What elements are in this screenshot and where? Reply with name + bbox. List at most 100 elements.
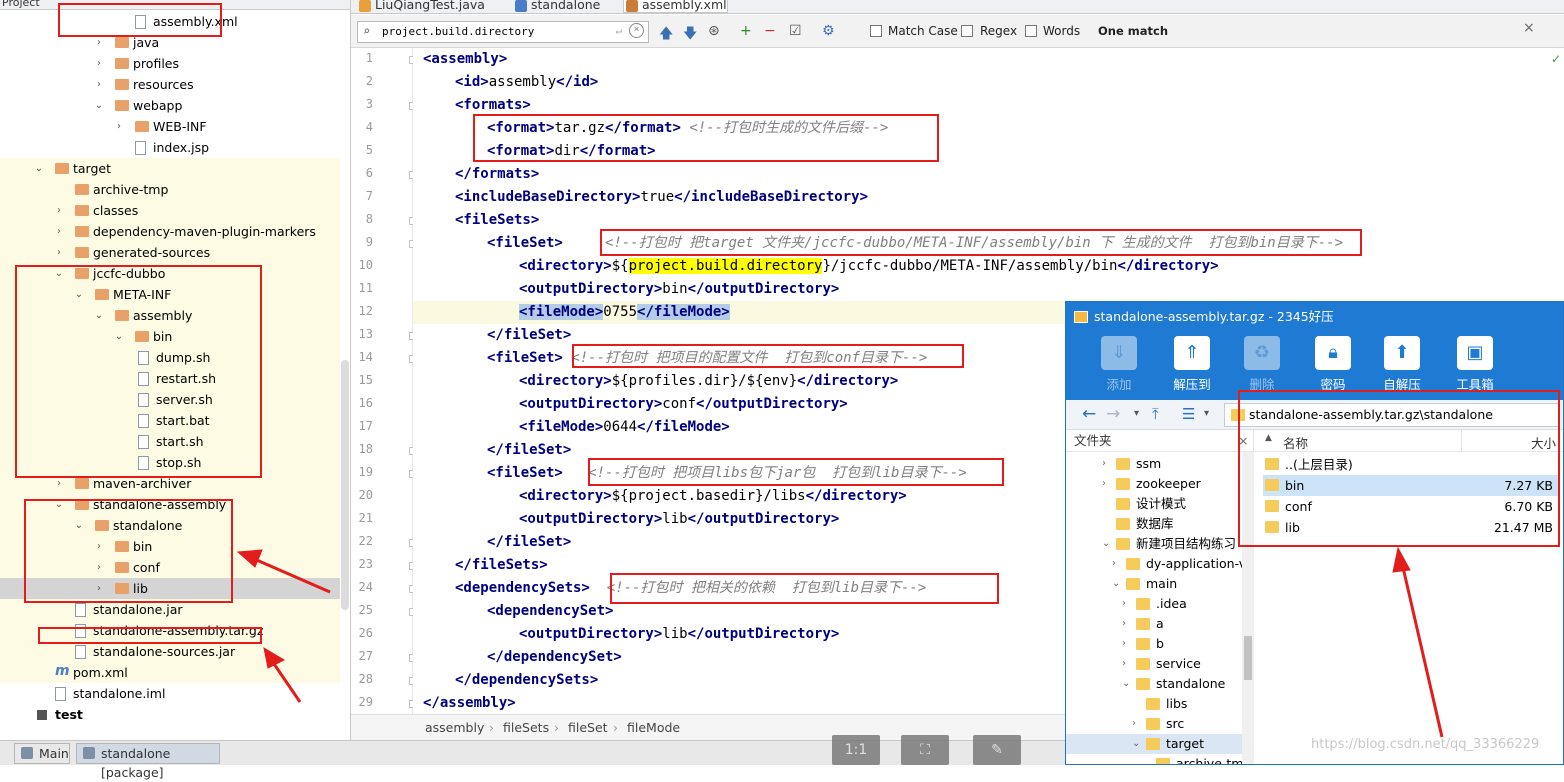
folder-tree-row[interactable]: › b — [1066, 634, 1242, 654]
chevron-down-icon[interactable]: ▾ — [1134, 408, 1139, 419]
next-occurrence-icon[interactable]: 🡇 — [683, 23, 697, 47]
select-all-icon[interactable]: ☑ — [789, 23, 802, 39]
expand-arrow-icon[interactable]: ⌄ — [113, 326, 125, 347]
expand-arrow-icon[interactable]: ⌄ — [73, 515, 85, 536]
file-row[interactable]: bin 7.27 KB — [1263, 475, 1559, 496]
find-all-icon[interactable]: ⊛ — [708, 23, 720, 39]
tree-row[interactable]: › java — [0, 32, 340, 53]
file-row[interactable]: lib 21.47 MB — [1263, 517, 1559, 538]
code-line[interactable]: <includeBaseDirectory>true</includeBaseD… — [413, 186, 868, 209]
folder-tree-row[interactable]: ⌄ target — [1066, 734, 1242, 754]
code-line[interactable]: <format>tar.gz</format> <!--打包时生成的文件后缀--… — [413, 117, 888, 140]
tree-row[interactable]: › classes — [0, 200, 340, 221]
expand-arrow-icon[interactable]: › — [53, 242, 65, 263]
tree-row[interactable]: standalone.iml — [0, 683, 340, 704]
expand-arrow-icon[interactable]: › — [93, 557, 105, 578]
tree-row[interactable]: › maven-archiver — [0, 473, 340, 494]
tree-row[interactable]: ⌄ jccfc-dubbo — [0, 263, 340, 284]
tab-liuqiangtest[interactable]: LiuQiangTest.java — [357, 0, 485, 13]
code-line[interactable]: </assembly> — [413, 692, 516, 714]
back-icon[interactable]: ← — [1082, 404, 1096, 424]
tree-row[interactable]: stop.sh — [0, 452, 340, 473]
expand-arrow-icon[interactable]: ⌄ — [53, 494, 65, 515]
tree-row[interactable]: ⌄ bin — [0, 326, 340, 347]
tree-row[interactable]: ⌄ target — [0, 158, 340, 179]
tree-row[interactable]: ⌄ standalone — [0, 515, 340, 536]
folder-tree-row[interactable]: libs — [1066, 694, 1242, 714]
folder-tree-row[interactable]: › src — [1066, 714, 1242, 734]
code-line[interactable]: </fileSet> — [413, 531, 571, 554]
tree-row[interactable]: ⌄ assembly — [0, 305, 340, 326]
expand-arrow-icon[interactable]: › — [93, 53, 105, 74]
folder-tree-row[interactable]: › ssm — [1066, 454, 1242, 474]
tree-row[interactable]: › dependency-maven-plugin-markers — [0, 221, 340, 242]
folder-tree-row[interactable]: ⌄ 新建项目结构练习 — [1066, 534, 1242, 554]
code-line[interactable]: <assembly> — [413, 48, 507, 71]
breadcrumb-item[interactable]: fileSet — [568, 720, 608, 735]
tree-row[interactable]: start.sh — [0, 431, 340, 452]
expand-arrow-icon[interactable]: ⌄ — [53, 263, 65, 284]
code-line[interactable]: <dependencySets> <!--打包时 把相关的依赖 打包到lib目录… — [413, 577, 926, 600]
tree-row[interactable]: › lib — [0, 578, 340, 599]
actual-size-button[interactable]: 1:1 — [832, 735, 880, 765]
expand-arrow-icon[interactable]: ⌄ — [1122, 674, 1132, 694]
code-line[interactable]: <directory>${profiles.dir}/${env}</direc… — [413, 370, 898, 393]
expand-arrow-icon[interactable]: ⌄ — [93, 305, 105, 326]
tab-standalone-package[interactable]: standalone [package] — [76, 743, 220, 780]
tree-row[interactable]: › conf — [0, 557, 340, 578]
column-name[interactable]: 名称 — [1283, 433, 1308, 452]
expand-arrow-icon[interactable]: ⌄ — [1102, 534, 1112, 554]
code-line[interactable]: </formats> — [413, 163, 539, 186]
match-case-checkbox[interactable] — [870, 25, 882, 37]
extract-button[interactable]: ⇑ 解压到 — [1159, 334, 1225, 398]
tree-row[interactable]: server.sh — [0, 389, 340, 410]
chevron-down-icon[interactable]: ▾ — [1204, 408, 1209, 419]
expand-arrow-icon[interactable]: › — [1102, 474, 1112, 494]
column-size[interactable]: 大小 — [1531, 433, 1556, 452]
code-line[interactable]: <dependencySet> — [413, 600, 613, 623]
breadcrumb-item[interactable]: fileMode — [627, 720, 680, 735]
tree-row[interactable]: › profiles — [0, 53, 340, 74]
fit-screen-button[interactable]: ⛶ — [901, 735, 949, 765]
folder-tree-row[interactable]: › .idea — [1066, 594, 1242, 614]
code-line[interactable]: <fileSet> <!--打包时 把项目libs包下jar包 打包到lib目录… — [413, 462, 967, 485]
tree-row[interactable]: standalone-assembly.tar.gz — [0, 620, 340, 641]
tree-row[interactable]: m pom.xml — [0, 662, 340, 683]
toolbar-button-2[interactable]: ♻ 删除 — [1229, 334, 1295, 398]
remove-selection-icon[interactable]: − — [764, 23, 776, 39]
expand-arrow-icon[interactable]: ⌄ — [73, 284, 85, 305]
up-folder-icon[interactable]: ⤒ — [1152, 405, 1159, 423]
code-line[interactable]: </fileSet> — [413, 439, 571, 462]
folder-tree-row[interactable]: › a — [1066, 614, 1242, 634]
tree-row[interactable]: standalone.jar — [0, 599, 340, 620]
tree-row[interactable]: restart.sh — [0, 368, 340, 389]
code-line[interactable]: <outputDirectory>lib</outputDirectory> — [413, 623, 839, 646]
folder-tree-row[interactable]: ⌄ standalone — [1066, 674, 1242, 694]
expand-arrow-icon[interactable]: › — [1122, 634, 1132, 654]
code-line[interactable]: <directory>${project.basedir}/libs</dire… — [413, 485, 907, 508]
code-line[interactable]: </dependencySets> — [413, 669, 598, 692]
code-line[interactable]: <fileSets> — [413, 209, 539, 232]
scroll-thumb[interactable] — [1244, 636, 1252, 680]
edit-image-button[interactable]: ✎ — [973, 735, 1021, 765]
tree-row[interactable]: ⌄ META-INF — [0, 284, 340, 305]
code-line[interactable]: <outputDirectory>conf</outputDirectory> — [413, 393, 848, 416]
expand-arrow-icon[interactable]: › — [53, 221, 65, 242]
filter-settings-icon[interactable]: ⚙ — [822, 23, 835, 39]
folder-tree-row[interactable]: 设计模式 — [1066, 494, 1242, 514]
code-line[interactable]: </dependencySet> — [413, 646, 622, 669]
tree-row[interactable]: assembly.xml — [0, 11, 340, 32]
folder-tree-row[interactable]: › zookeeper — [1066, 474, 1242, 494]
expand-arrow-icon[interactable]: › — [1102, 454, 1112, 474]
expand-arrow-icon[interactable]: › — [93, 578, 105, 599]
expand-arrow-icon[interactable]: ⌄ — [1112, 574, 1122, 594]
tree-row[interactable]: dump.sh — [0, 347, 340, 368]
tree-row[interactable]: › resources — [0, 74, 340, 95]
expand-arrow-icon[interactable]: › — [93, 74, 105, 95]
address-bar[interactable]: standalone-assembly.tar.gz\standalone — [1224, 403, 1560, 427]
expand-arrow-icon[interactable]: › — [1122, 654, 1132, 674]
expand-arrow-icon[interactable]: › — [1132, 714, 1142, 734]
project-scrollbar[interactable] — [341, 360, 349, 610]
code-line[interactable]: <fileMode>0644</fileMode> — [413, 416, 730, 439]
code-line[interactable]: <formats> — [413, 94, 531, 117]
